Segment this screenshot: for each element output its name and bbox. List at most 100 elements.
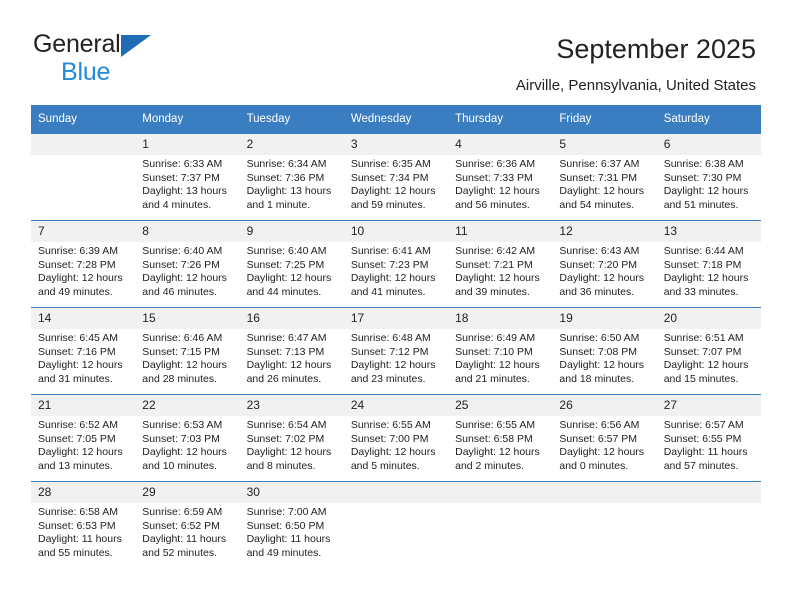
daylight-duration-line2: and 41 minutes.	[350, 285, 426, 298]
calendar-day-cell[interactable]: 10 Sunrise: 6:41 AM Sunset: 7:23 PM Dayligh…	[343, 220, 449, 308]
day-details: Sunrise: 6:40 AM Sunset: 7:26 PM Daylight:…	[135, 242, 239, 299]
day-details: Sunrise: 6:45 AM Sunset: 7:16 PM Daylight:…	[31, 329, 135, 386]
calendar-week-row: 1 Sunrise: 6:33 AM Sunset: 7:37 PM Daylight…	[31, 133, 761, 221]
calendar-day-cell[interactable]: 16 Sunrise: 6:47 AM Sunset: 7:13 PM Dayligh…	[239, 307, 344, 395]
calendar-day-cell[interactable]: 2 Sunrise: 6:34 AM Sunset: 7:36 PM Daylight…	[239, 133, 344, 221]
calendar-day-cell[interactable]: 24 Sunrise: 6:55 AM Sunset: 7:00 PM Dayligh…	[343, 394, 449, 482]
sunset-time: Sunset: 6:50 PM	[246, 519, 325, 532]
daylight-duration-line2: and 59 minutes.	[350, 198, 426, 211]
daylight-duration-line2: and 44 minutes.	[246, 285, 322, 298]
sunset-time: Sunset: 7:26 PM	[142, 258, 220, 271]
sunrise-time: Sunrise: 6:40 AM	[246, 245, 327, 257]
sunrise-time: Sunrise: 6:37 AM	[559, 158, 640, 170]
calendar-day-cell[interactable]: 6 Sunrise: 6:38 AM Sunset: 7:30 PM Daylight…	[656, 133, 761, 221]
daylight-duration-line1: Daylight: 12 hours	[142, 359, 227, 372]
page-header: General Blue September 2025 Airville, Pe…	[0, 0, 792, 100]
day-number: 9	[239, 221, 344, 242]
calendar-header-row: Sunday Monday Tuesday Wednesday Thursday…	[31, 105, 761, 134]
calendar-day-cell[interactable]: 19 Sunrise: 6:50 AM Sunset: 7:08 PM Dayligh…	[552, 307, 657, 395]
calendar-day-cell[interactable]: 3 Sunrise: 6:35 AM Sunset: 7:34 PM Daylight…	[343, 133, 449, 221]
daylight-duration-line1: Daylight: 12 hours	[559, 359, 645, 372]
daylight-duration-line1: Daylight: 11 hours	[246, 533, 331, 546]
calendar-day-cell[interactable]: 17 Sunrise: 6:48 AM Sunset: 7:12 PM Dayligh…	[343, 307, 449, 395]
sunrise-time: Sunrise: 6:48 AM	[350, 332, 431, 344]
calendar-day-cell[interactable]: 8 Sunrise: 6:40 AM Sunset: 7:26 PM Daylight…	[135, 220, 240, 308]
calendar-day-cell[interactable]: 25 Sunrise: 6:55 AM Sunset: 6:58 PM Dayligh…	[448, 394, 553, 482]
calendar-day-cell[interactable]: 18 Sunrise: 6:49 AM Sunset: 7:10 PM Dayligh…	[448, 307, 553, 395]
daylight-duration-line1: Daylight: 12 hours	[559, 185, 645, 198]
sunrise-time: Sunrise: 6:59 AM	[142, 506, 223, 518]
day-number	[343, 482, 449, 503]
day-number: 28	[31, 482, 136, 503]
calendar-cell-empty	[448, 481, 553, 568]
sunrise-time: Sunrise: 6:43 AM	[559, 245, 640, 257]
day-details: Sunrise: 6:57 AM Sunset: 6:55 PM Daylight:…	[657, 416, 761, 473]
sunset-time: Sunset: 7:30 PM	[663, 171, 742, 184]
calendar-day-cell[interactable]: 11 Sunrise: 6:42 AM Sunset: 7:21 PM Dayligh…	[448, 220, 553, 308]
day-details: Sunrise: 6:49 AM Sunset: 7:10 PM Daylight:…	[448, 329, 552, 386]
calendar-day-cell[interactable]: 7 Sunrise: 6:39 AM Sunset: 7:28 PM Daylight…	[31, 220, 136, 308]
day-details: Sunrise: 6:55 AM Sunset: 6:58 PM Daylight:…	[448, 416, 552, 473]
calendar-cell-empty	[343, 481, 449, 568]
daylight-duration-line2: and 13 minutes.	[38, 459, 113, 472]
calendar-day-cell[interactable]: 1 Sunrise: 6:33 AM Sunset: 7:37 PM Daylight…	[135, 133, 240, 221]
day-number: 20	[656, 308, 761, 329]
logo-text-blue: Blue	[61, 58, 111, 86]
general-blue-logo[interactable]: General Blue	[33, 32, 233, 86]
calendar-day-cell[interactable]: 22 Sunrise: 6:53 AM Sunset: 7:03 PM Dayligh…	[135, 394, 240, 482]
day-number: 13	[656, 221, 761, 242]
daylight-duration-line1: Daylight: 12 hours	[663, 272, 749, 285]
day-details: Sunrise: 6:42 AM Sunset: 7:21 PM Daylight:…	[448, 242, 552, 299]
calendar-day-cell[interactable]: 20 Sunrise: 6:51 AM Sunset: 7:07 PM Dayligh…	[656, 307, 761, 395]
daylight-duration-line1: Daylight: 12 hours	[246, 359, 332, 372]
daylight-duration-line2: and 33 minutes.	[663, 285, 739, 298]
sunset-time: Sunset: 7:16 PM	[38, 345, 116, 358]
daylight-duration-line1: Daylight: 12 hours	[38, 359, 123, 372]
day-number: 29	[135, 482, 240, 503]
sunrise-time: Sunrise: 6:57 AM	[663, 419, 744, 431]
calendar-day-cell[interactable]: 23 Sunrise: 6:54 AM Sunset: 7:02 PM Dayligh…	[239, 394, 344, 482]
calendar-day-cell[interactable]: 9 Sunrise: 6:40 AM Sunset: 7:25 PM Daylight…	[239, 220, 344, 308]
weekday-header-saturday: Saturday	[656, 105, 761, 134]
calendar-day-cell[interactable]: 30 Sunrise: 7:00 AM Sunset: 6:50 PM Dayligh…	[239, 481, 344, 568]
calendar-day-cell[interactable]: 14 Sunrise: 6:45 AM Sunset: 7:16 PM Dayligh…	[31, 307, 136, 395]
calendar-day-cell[interactable]: 5 Sunrise: 6:37 AM Sunset: 7:31 PM Daylight…	[552, 133, 657, 221]
sunset-time: Sunset: 7:33 PM	[455, 171, 533, 184]
day-details: Sunrise: 6:34 AM Sunset: 7:36 PM Daylight:…	[240, 155, 344, 212]
daylight-duration-line2: and 49 minutes.	[38, 285, 113, 298]
weekday-header-row: Sunday Monday Tuesday Wednesday Thursday…	[31, 105, 761, 134]
day-number: 19	[552, 308, 657, 329]
calendar-day-cell[interactable]: 26 Sunrise: 6:56 AM Sunset: 6:57 PM Dayligh…	[552, 394, 657, 482]
day-number: 3	[343, 134, 449, 155]
sunrise-time: Sunrise: 6:55 AM	[350, 419, 431, 431]
calendar-day-cell[interactable]: 28 Sunrise: 6:58 AM Sunset: 6:53 PM Dayligh…	[31, 481, 136, 568]
day-number: 1	[135, 134, 240, 155]
day-number: 7	[31, 221, 136, 242]
calendar-day-cell[interactable]: 29 Sunrise: 6:59 AM Sunset: 6:52 PM Dayligh…	[135, 481, 240, 568]
daylight-duration-line2: and 26 minutes.	[246, 372, 322, 385]
calendar-day-cell[interactable]: 21 Sunrise: 6:52 AM Sunset: 7:05 PM Dayligh…	[31, 394, 136, 482]
calendar-day-cell[interactable]: 13 Sunrise: 6:44 AM Sunset: 7:18 PM Dayligh…	[656, 220, 761, 308]
day-details: Sunrise: 6:54 AM Sunset: 7:02 PM Daylight:…	[240, 416, 344, 473]
weekday-header-wednesday: Wednesday	[343, 105, 449, 134]
calendar-week-row: 21 Sunrise: 6:52 AM Sunset: 7:05 PM Dayligh…	[31, 394, 761, 482]
sunrise-time: Sunrise: 6:52 AM	[38, 419, 118, 431]
sunrise-sunset-calendar: Sunday Monday Tuesday Wednesday Thursday…	[31, 105, 761, 568]
calendar-week-row: 28 Sunrise: 6:58 AM Sunset: 6:53 PM Dayligh…	[31, 481, 761, 568]
weekday-header-sunday: Sunday	[31, 105, 136, 134]
location-subtitle: Airville, Pennsylvania, United States	[515, 77, 756, 94]
daylight-duration-line1: Daylight: 12 hours	[455, 272, 540, 285]
calendar-day-cell[interactable]: 4 Sunrise: 6:36 AM Sunset: 7:33 PM Daylight…	[448, 133, 553, 221]
day-details: Sunrise: 6:35 AM Sunset: 7:34 PM Daylight:…	[344, 155, 448, 212]
day-details: Sunrise: 6:39 AM Sunset: 7:28 PM Daylight:…	[31, 242, 135, 299]
sunrise-time: Sunrise: 6:38 AM	[663, 158, 744, 170]
calendar-day-cell[interactable]: 15 Sunrise: 6:46 AM Sunset: 7:15 PM Dayligh…	[135, 307, 240, 395]
sunrise-time: Sunrise: 6:42 AM	[455, 245, 536, 257]
daylight-duration-line2: and 15 minutes.	[663, 372, 739, 385]
calendar-page: General Blue September 2025 Airville, Pe…	[0, 0, 792, 612]
calendar-day-cell[interactable]: 27 Sunrise: 6:57 AM Sunset: 6:55 PM Dayligh…	[656, 394, 761, 482]
calendar-day-cell[interactable]: 12 Sunrise: 6:43 AM Sunset: 7:20 PM Dayligh…	[552, 220, 657, 308]
daylight-duration-line1: Daylight: 12 hours	[246, 446, 332, 459]
daylight-duration-line1: Daylight: 12 hours	[142, 446, 227, 459]
day-details: Sunrise: 6:36 AM Sunset: 7:33 PM Daylight:…	[448, 155, 552, 212]
